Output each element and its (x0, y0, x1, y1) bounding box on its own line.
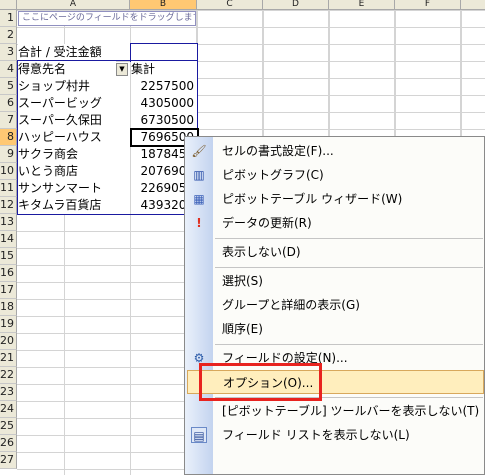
menu-item-hide-field-list[interactable]: ▤ フィールド リストを表示しない(L) (185, 423, 485, 447)
row-header[interactable]: 27 (0, 452, 17, 469)
menu-item-hide-pivot-toolbar[interactable]: [ピボットテーブル] ツールバーを表示しない(T) (185, 399, 485, 423)
menu-separator (215, 238, 483, 239)
menu-item-pivot-chart[interactable]: ▥ ピボットグラフ(C) (185, 163, 485, 187)
page-field-drop-area[interactable]: ここにページのフィールドをドラッグします (18, 11, 196, 26)
row-header[interactable]: 26 (0, 435, 17, 452)
context-menu: 🖌 セルの書式設定(F)... ▥ ピボットグラフ(C) ▦ ピボットテーブル … (184, 136, 485, 475)
row-header[interactable]: 9 (0, 146, 17, 163)
column-header-f[interactable]: F (395, 0, 461, 10)
menu-item-label: フィールド リストを表示しない(L) (222, 428, 410, 442)
menu-item-label: 順序(E) (222, 322, 263, 336)
row-header[interactable]: 14 (0, 231, 17, 248)
highlight-annotation-box (199, 363, 322, 401)
row-header[interactable]: 6 (0, 95, 17, 112)
format-cells-icon: 🖌 (191, 144, 207, 158)
row-header[interactable]: 25 (0, 418, 17, 435)
menu-item-label: ピボットグラフ(C) (222, 168, 324, 182)
row-header[interactable]: 22 (0, 367, 17, 384)
menu-item-hide[interactable]: 表示しない(D) (185, 240, 485, 264)
menu-separator (215, 344, 483, 345)
row-header[interactable]: 4 (0, 61, 17, 78)
menu-item-label: セルの書式設定(F)... (222, 144, 334, 158)
row-header[interactable]: 23 (0, 384, 17, 401)
row-header[interactable]: 20 (0, 333, 17, 350)
row-header[interactable]: 3 (0, 44, 17, 61)
menu-item-label: ピボットテーブル ウィザード(W) (222, 192, 403, 206)
column-header-e[interactable]: E (329, 0, 395, 10)
row-header[interactable]: 21 (0, 350, 17, 367)
column-header-d[interactable]: D (263, 0, 329, 10)
row-headers: 1 2 3 4 5 6 7 8 9 10 11 12 13 14 15 16 1… (0, 10, 17, 475)
row-header[interactable]: 16 (0, 265, 17, 282)
row-header[interactable]: 17 (0, 282, 17, 299)
menu-item-pivot-wizard[interactable]: ▦ ピボットテーブル ウィザード(W) (185, 187, 485, 211)
pivot-wizard-icon: ▦ (193, 192, 205, 206)
row-header[interactable]: 12 (0, 197, 17, 214)
row-header[interactable]: 10 (0, 163, 17, 180)
menu-item-select[interactable]: 選択(S) (185, 269, 485, 293)
pivot-data-label[interactable]: 合計 / 受注金額 (18, 44, 130, 61)
column-headers: A B C D E F (17, 0, 485, 10)
row-header[interactable]: 1 (0, 10, 17, 27)
menu-item-label: [ピボットテーブル] ツールバーを表示しない(T) (222, 404, 480, 418)
pivot-chart-icon: ▥ (193, 168, 205, 182)
column-header-b[interactable]: B (130, 0, 197, 10)
row-header[interactable]: 19 (0, 316, 17, 333)
row-header[interactable]: 8 (0, 129, 17, 146)
row-header[interactable]: 13 (0, 214, 17, 231)
menu-item-label: 選択(S) (222, 274, 263, 288)
menu-item-group-detail[interactable]: グループと詳細の表示(G) (185, 293, 485, 317)
column-header-a[interactable]: A (17, 0, 130, 10)
menu-item-refresh-data[interactable]: ! データの更新(R) (185, 211, 485, 235)
column-header-c[interactable]: C (197, 0, 263, 10)
row-header[interactable]: 2 (0, 27, 17, 44)
row-header[interactable]: 15 (0, 248, 17, 265)
row-header[interactable]: 24 (0, 401, 17, 418)
menu-separator (215, 267, 483, 268)
menu-item-format-cells[interactable]: 🖌 セルの書式設定(F)... (185, 139, 485, 163)
field-list-icon: ▤ (191, 427, 207, 443)
row-header[interactable]: 5 (0, 78, 17, 95)
refresh-data-icon: ! (196, 216, 202, 230)
row-header[interactable]: 7 (0, 112, 17, 129)
row-header[interactable]: 18 (0, 299, 17, 316)
menu-item-label: 表示しない(D) (222, 245, 301, 259)
menu-item-label: データの更新(R) (222, 216, 312, 230)
row-header[interactable]: 11 (0, 180, 17, 197)
menu-item-order[interactable]: 順序(E) (185, 317, 485, 341)
column-header-g[interactable] (461, 0, 485, 10)
menu-item-label: グループと詳細の表示(G) (222, 298, 360, 312)
select-all-corner[interactable] (0, 0, 17, 10)
